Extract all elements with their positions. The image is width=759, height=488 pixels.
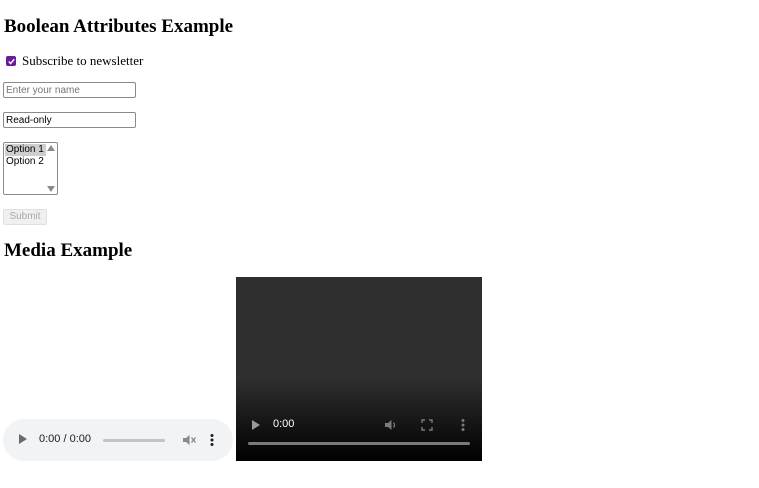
media-section-title: Media Example (4, 240, 133, 261)
checkmark-icon (7, 58, 15, 65)
more-options-icon[interactable] (460, 417, 466, 433)
option-listbox[interactable]: Option 1 Option 2 (3, 142, 58, 195)
submit-button[interactable]: Submit (3, 209, 47, 225)
audio-time: 0:00 / 0:00 (39, 433, 91, 445)
scroll-up-arrow-icon[interactable] (47, 145, 55, 151)
newsletter-checkbox-row[interactable]: Subscribe to newsletter (6, 53, 143, 69)
newsletter-checkbox[interactable] (6, 56, 16, 66)
scroll-down-arrow-icon[interactable] (47, 186, 55, 192)
mute-icon[interactable] (181, 432, 197, 448)
audio-player[interactable]: 0:00 / 0:00 (3, 419, 233, 461)
video-seek-bar[interactable] (248, 442, 470, 445)
video-player[interactable]: 0:00 (236, 277, 482, 461)
audio-seek-bar[interactable] (103, 439, 165, 442)
listbox-option-2[interactable]: Option 2 (5, 156, 46, 168)
readonly-input[interactable] (3, 112, 136, 128)
play-icon[interactable] (19, 434, 27, 444)
fullscreen-icon[interactable] (419, 417, 435, 433)
name-input[interactable] (3, 82, 136, 98)
video-time: 0:00 (273, 418, 295, 430)
newsletter-checkbox-label: Subscribe to newsletter (22, 53, 144, 68)
volume-icon[interactable] (383, 417, 399, 433)
listbox-option-1[interactable]: Option 1 (5, 144, 46, 156)
more-options-icon[interactable] (209, 432, 215, 448)
page-title: Boolean Attributes Example (4, 16, 234, 37)
play-icon[interactable] (252, 420, 260, 430)
